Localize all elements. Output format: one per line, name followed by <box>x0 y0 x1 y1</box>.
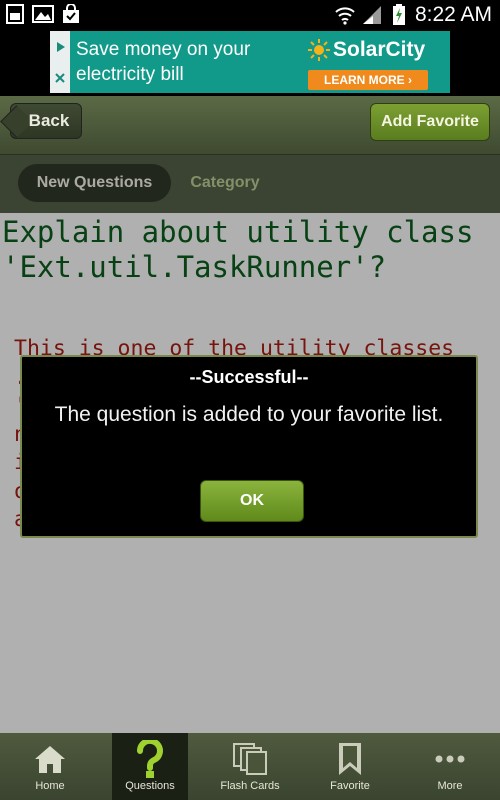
dialog-message: The question is added to your favorite l… <box>54 403 444 426</box>
battery-charging-icon <box>388 4 410 25</box>
ad-learn-more-button[interactable]: LEARN MORE › <box>308 70 428 90</box>
ad-brand-name: SolarCity <box>333 38 426 61</box>
wifi-icon <box>334 5 356 25</box>
nav-home-label: Home <box>35 780 65 792</box>
ad-close-icon[interactable] <box>54 72 66 84</box>
ad-line-2: electricity bill <box>76 64 184 85</box>
ad-headline[interactable]: Save money on your electricity bill <box>76 37 250 87</box>
nav-more[interactable]: More <box>412 733 488 800</box>
nav-more-label: More <box>437 780 463 792</box>
top-toolbar: Back Add Favorite <box>0 96 500 155</box>
sim-card-icon <box>4 4 26 24</box>
nav-favorite[interactable]: Favorite <box>312 733 388 800</box>
nav-questions-label: Questions <box>125 780 175 792</box>
ok-button[interactable]: OK <box>200 480 304 522</box>
ad-banner[interactable]: Save money on your electricity bill Sola… <box>50 31 450 93</box>
signal-icon <box>361 5 383 25</box>
more-dots-icon <box>434 741 466 777</box>
question-mark-icon <box>136 740 164 778</box>
add-favorite-button[interactable]: Add Favorite <box>370 103 490 141</box>
nav-favorite-label: Favorite <box>330 780 370 792</box>
dialog-title: --Successful-- <box>189 367 309 387</box>
nav-questions[interactable]: Questions <box>112 733 188 800</box>
bag-check-icon <box>60 4 82 24</box>
nav-home[interactable]: Home <box>12 733 88 800</box>
bookmark-icon <box>337 741 363 777</box>
bottom-navigation: Home Questions Flash Cards Favorite More <box>0 733 500 800</box>
ad-info-icon[interactable] <box>54 41 66 53</box>
ad-brand-logo: SolarCity <box>308 38 425 62</box>
back-button[interactable]: Back <box>10 103 82 139</box>
status-bar: 8:22 AM <box>0 0 500 30</box>
back-button-label: Back <box>28 111 70 130</box>
ad-controls[interactable] <box>50 31 70 93</box>
flash-cards-icon <box>232 741 268 777</box>
nav-flash-cards[interactable]: Flash Cards <box>212 733 288 800</box>
success-dialog: --Successful-- The question is added to … <box>20 355 478 538</box>
sun-icon <box>308 39 330 61</box>
home-icon <box>34 741 66 777</box>
status-clock: 8:22 AM <box>414 3 492 26</box>
ad-line-1: Save money on your <box>76 39 251 60</box>
image-icon <box>32 4 54 24</box>
nav-flash-cards-label: Flash Cards <box>220 780 280 792</box>
